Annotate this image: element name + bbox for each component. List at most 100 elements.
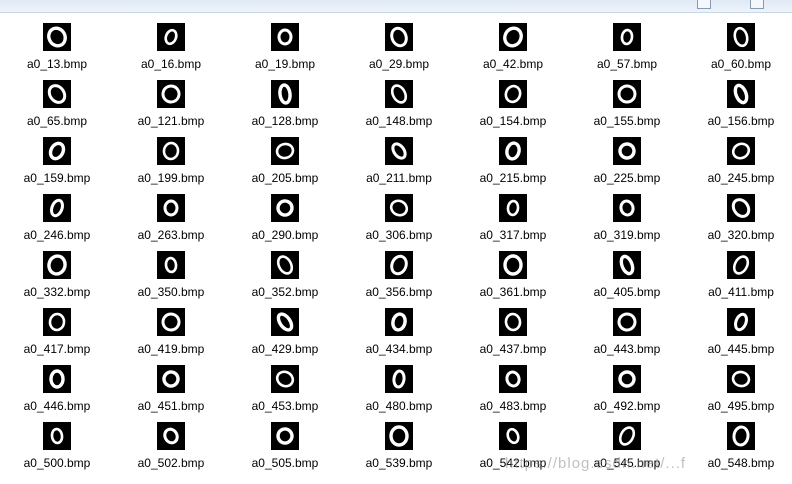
file-item[interactable]: a0_128.bmp	[228, 70, 342, 128]
file-name: a0_57.bmp	[596, 57, 658, 71]
file-item[interactable]: a0_215.bmp	[456, 127, 570, 185]
file-item[interactable]: a0_405.bmp	[570, 241, 684, 299]
file-name: a0_215.bmp	[479, 171, 547, 185]
file-item[interactable]: a0_480.bmp	[342, 355, 456, 413]
file-name: a0_148.bmp	[365, 114, 433, 128]
file-item[interactable]: a0_350.bmp	[114, 241, 228, 299]
file-name: a0_451.bmp	[137, 399, 205, 413]
file-item[interactable]: a0_148.bmp	[342, 70, 456, 128]
file-name: a0_480.bmp	[365, 399, 433, 413]
file-name: a0_60.bmp	[710, 57, 772, 71]
file-item[interactable]: a0_205.bmp	[228, 127, 342, 185]
view-options-icon[interactable]	[697, 0, 711, 9]
file-name: a0_199.bmp	[137, 171, 205, 185]
file-item[interactable]: a0_332.bmp	[0, 241, 114, 299]
file-name: a0_356.bmp	[365, 285, 433, 299]
file-name: a0_121.bmp	[137, 114, 205, 128]
file-item[interactable]: a0_505.bmp	[228, 412, 342, 470]
file-item[interactable]: a0_317.bmp	[456, 184, 570, 242]
file-name: a0_319.bmp	[593, 228, 661, 242]
file-item[interactable]: a0_19.bmp	[228, 13, 342, 71]
preview-pane-icon[interactable]	[750, 0, 764, 9]
file-item[interactable]: a0_434.bmp	[342, 298, 456, 356]
file-item[interactable]: a0_500.bmp	[0, 412, 114, 470]
file-item[interactable]: a0_154.bmp	[456, 70, 570, 128]
handwritten-zero-icon	[499, 308, 527, 336]
file-item[interactable]: a0_57.bmp	[570, 13, 684, 71]
file-item[interactable]: a0_352.bmp	[228, 241, 342, 299]
handwritten-zero-icon	[43, 80, 71, 108]
file-item[interactable]: a0_443.bmp	[570, 298, 684, 356]
file-item[interactable]: a0_199.bmp	[114, 127, 228, 185]
file-item[interactable]: a0_159.bmp	[0, 127, 114, 185]
handwritten-zero-icon	[613, 137, 641, 165]
file-name: a0_443.bmp	[593, 342, 661, 356]
handwritten-zero-icon	[727, 365, 755, 393]
file-item[interactable]: a0_548.bmp	[684, 412, 792, 470]
file-item[interactable]: a0_419.bmp	[114, 298, 228, 356]
file-item[interactable]: a0_483.bmp	[456, 355, 570, 413]
file-item[interactable]: a0_65.bmp	[0, 70, 114, 128]
file-item[interactable]: a0_446.bmp	[0, 355, 114, 413]
file-item[interactable]: a0_306.bmp	[342, 184, 456, 242]
file-name: a0_453.bmp	[251, 399, 319, 413]
handwritten-zero-icon	[271, 194, 299, 222]
handwritten-zero-icon	[499, 422, 527, 450]
file-item[interactable]: a0_495.bmp	[684, 355, 792, 413]
file-item[interactable]: a0_411.bmp	[684, 241, 792, 299]
file-item[interactable]: a0_445.bmp	[684, 298, 792, 356]
file-item[interactable]: a0_417.bmp	[0, 298, 114, 356]
file-name: a0_548.bmp	[707, 456, 775, 470]
file-item[interactable]: a0_290.bmp	[228, 184, 342, 242]
file-item[interactable]: a0_225.bmp	[570, 127, 684, 185]
handwritten-zero-icon	[271, 308, 299, 336]
handwritten-zero-icon	[43, 137, 71, 165]
file-item[interactable]: a0_356.bmp	[342, 241, 456, 299]
file-item[interactable]: a0_246.bmp	[0, 184, 114, 242]
file-item[interactable]: a0_29.bmp	[342, 13, 456, 71]
file-item[interactable]: a0_42.bmp	[456, 13, 570, 71]
handwritten-zero-icon	[385, 251, 413, 279]
file-item[interactable]: a0_319.bmp	[570, 184, 684, 242]
file-item[interactable]: a0_361.bmp	[456, 241, 570, 299]
file-name: a0_211.bmp	[366, 171, 432, 185]
file-name: a0_350.bmp	[137, 285, 205, 299]
file-name: a0_317.bmp	[479, 228, 547, 242]
handwritten-zero-icon	[727, 194, 755, 222]
file-item[interactable]: a0_492.bmp	[570, 355, 684, 413]
file-item[interactable]: a0_320.bmp	[684, 184, 792, 242]
handwritten-zero-icon	[43, 422, 71, 450]
handwritten-zero-icon	[385, 365, 413, 393]
handwritten-zero-icon	[385, 422, 413, 450]
file-item[interactable]: a0_13.bmp	[0, 13, 114, 71]
file-item[interactable]: a0_539.bmp	[342, 412, 456, 470]
file-name: a0_245.bmp	[707, 171, 775, 185]
handwritten-zero-icon	[43, 308, 71, 336]
handwritten-zero-icon	[499, 23, 527, 51]
handwritten-zero-icon	[613, 422, 641, 450]
handwritten-zero-icon	[499, 137, 527, 165]
file-name: a0_306.bmp	[365, 228, 433, 242]
file-name: a0_419.bmp	[137, 342, 205, 356]
file-item[interactable]: a0_502.bmp	[114, 412, 228, 470]
file-item[interactable]: a0_263.bmp	[114, 184, 228, 242]
file-item[interactable]: a0_121.bmp	[114, 70, 228, 128]
file-item[interactable]: a0_429.bmp	[228, 298, 342, 356]
file-item[interactable]: a0_453.bmp	[228, 355, 342, 413]
file-item[interactable]: a0_156.bmp	[684, 70, 792, 128]
handwritten-zero-icon	[271, 137, 299, 165]
handwritten-zero-icon	[157, 308, 185, 336]
file-name: a0_332.bmp	[23, 285, 91, 299]
file-item[interactable]: a0_60.bmp	[684, 13, 792, 71]
file-item[interactable]: a0_211.bmp	[342, 127, 456, 185]
file-item[interactable]: a0_245.bmp	[684, 127, 792, 185]
file-name: a0_446.bmp	[23, 399, 91, 413]
file-item[interactable]: a0_437.bmp	[456, 298, 570, 356]
file-name: a0_159.bmp	[23, 171, 91, 185]
file-item[interactable]: a0_16.bmp	[114, 13, 228, 71]
handwritten-zero-icon	[499, 80, 527, 108]
file-item[interactable]: a0_451.bmp	[114, 355, 228, 413]
file-name: a0_429.bmp	[251, 342, 319, 356]
file-item[interactable]: a0_155.bmp	[570, 70, 684, 128]
file-name: a0_263.bmp	[137, 228, 205, 242]
